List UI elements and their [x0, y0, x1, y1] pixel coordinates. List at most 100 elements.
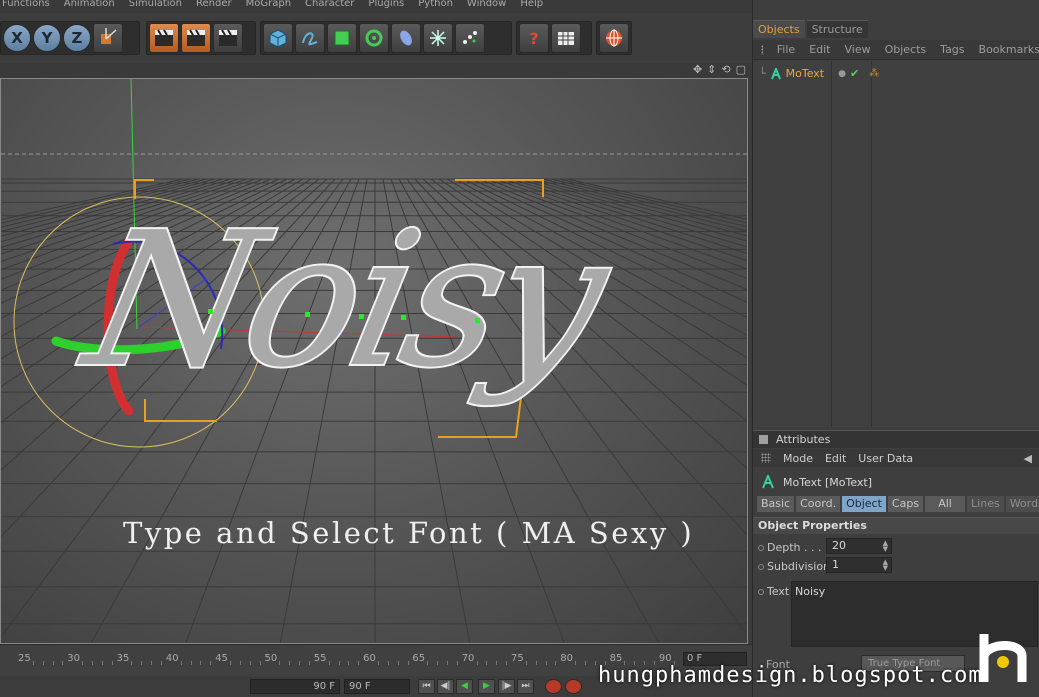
- enabled-check-icon[interactable]: ✔: [850, 67, 859, 80]
- tab-coord[interactable]: Coord.: [796, 496, 841, 512]
- deformer-button[interactable]: [391, 23, 421, 53]
- timeline-minor-tick: [180, 661, 182, 665]
- object-list: └ MoText ● ✔ ⁂: [753, 61, 1039, 427]
- objects-menu-edit[interactable]: Edit: [809, 43, 830, 56]
- spline-button[interactable]: [295, 23, 325, 53]
- x-axis-lock-button[interactable]: X: [3, 24, 31, 52]
- timeline-minor-tick: [377, 661, 379, 665]
- help-button[interactable]: ?: [519, 23, 549, 53]
- motext-object[interactable]: Noisy: [65, 191, 629, 411]
- 3d-viewport[interactable]: Noisy Type and Select Font ( MA Sexy ): [0, 78, 748, 644]
- column-divider: [871, 61, 872, 427]
- menu-window[interactable]: Window: [467, 0, 506, 13]
- cube-button[interactable]: [263, 23, 293, 53]
- go-to-end-button[interactable]: ⏭: [517, 679, 534, 694]
- tab-caps[interactable]: Caps: [887, 496, 924, 512]
- subdivision-value[interactable]: 1: [832, 558, 839, 571]
- depth-property: Depth . . . .: [758, 541, 828, 554]
- timeline-minor-tick: [42, 661, 44, 665]
- y-axis-label: Y: [41, 29, 53, 47]
- depth-field[interactable]: 20 ▲ ▼: [826, 538, 892, 554]
- min-end-frame-field[interactable]: 90 F: [250, 679, 340, 694]
- object-name[interactable]: MoText: [786, 67, 824, 80]
- spinner-arrows-icon[interactable]: ▲ ▼: [883, 540, 888, 553]
- menu-python[interactable]: Python: [418, 0, 453, 13]
- attr-menu-mode[interactable]: Mode: [783, 452, 813, 465]
- timeline-tick-label: 50: [264, 653, 278, 664]
- animation-dot-icon[interactable]: [758, 588, 764, 595]
- attr-menu-user-data[interactable]: User Data: [858, 452, 913, 465]
- back-arrow-icon[interactable]: ◀: [1024, 452, 1032, 465]
- tab-structure[interactable]: Structure: [806, 20, 868, 38]
- tag-icon[interactable]: ⁂: [869, 68, 879, 79]
- rotate-view-icon[interactable]: ⟲: [721, 63, 730, 76]
- objects-menubar: File Edit View Objects Tags Bookmarks: [753, 40, 1039, 60]
- tab-object[interactable]: Object: [842, 496, 886, 512]
- subdivision-field[interactable]: 1 ▲ ▼: [826, 557, 892, 573]
- objects-menu-tags[interactable]: Tags: [940, 43, 964, 56]
- spinner-arrows-icon[interactable]: ▲ ▼: [883, 559, 888, 572]
- timeline-minor-tick: [249, 661, 251, 665]
- subdivision-surface-icon: [334, 30, 350, 46]
- move-view-icon[interactable]: ✥: [693, 63, 702, 76]
- tab-all[interactable]: All: [925, 496, 966, 512]
- array-button[interactable]: [359, 23, 389, 53]
- animation-dot-icon[interactable]: [758, 544, 764, 551]
- play-forward-button[interactable]: ▶: [478, 679, 495, 694]
- y-axis-lock-button[interactable]: Y: [33, 24, 61, 52]
- right-panel: Objects Structure File Edit View Objects…: [752, 0, 1039, 697]
- nurbs-button[interactable]: [327, 23, 357, 53]
- timeline-minor-tick: [407, 661, 409, 665]
- timeline-tick-label: 60: [363, 653, 376, 664]
- timeline-minor-tick: [387, 661, 389, 665]
- scene-button[interactable]: [423, 23, 453, 53]
- render-picture-viewer-button[interactable]: [181, 23, 211, 53]
- go-to-start-button[interactable]: ⏮: [418, 679, 435, 694]
- animation-dot-icon[interactable]: [758, 563, 764, 570]
- timeline-minor-tick: [575, 661, 577, 665]
- timeline-minor-tick: [92, 661, 94, 665]
- render-view-button[interactable]: [149, 23, 179, 53]
- menu-animation[interactable]: Animation: [64, 0, 115, 13]
- timeline-ruler[interactable]: 25 30 35 40 45 50 55 60 65 70 75 80 85 90: [0, 649, 705, 665]
- menu-mograph[interactable]: MoGraph: [246, 0, 291, 13]
- next-key-button[interactable]: |▶: [498, 679, 515, 694]
- objects-menu-bookmarks[interactable]: Bookmarks: [979, 43, 1039, 56]
- timeline-minor-tick: [82, 661, 84, 665]
- z-axis-lock-button[interactable]: Z: [63, 24, 91, 52]
- max-end-frame-field[interactable]: 90 F: [344, 679, 410, 694]
- objects-menu-file[interactable]: File: [777, 43, 795, 56]
- timeline-minor-tick: [476, 661, 478, 665]
- menu-help[interactable]: Help: [520, 0, 543, 13]
- autokey-button[interactable]: [565, 679, 582, 694]
- timeline-minor-tick: [446, 661, 448, 665]
- menu-character[interactable]: Character: [305, 0, 354, 13]
- maximize-view-icon[interactable]: ▢: [736, 63, 746, 76]
- previous-key-button[interactable]: ◀|: [437, 679, 454, 694]
- menu-render[interactable]: Render: [196, 0, 232, 13]
- record-button[interactable]: [545, 679, 562, 694]
- menu-simulation[interactable]: Simulation: [129, 0, 182, 13]
- zoom-view-icon[interactable]: ⇕: [707, 63, 716, 76]
- object-row-motext[interactable]: └ MoText ● ✔ ⁂: [759, 67, 879, 80]
- objects-menu-objects[interactable]: Objects: [885, 43, 927, 56]
- menu-plugins[interactable]: Plugins: [368, 0, 404, 13]
- clapboard-icon: [155, 29, 173, 46]
- content-browser-button[interactable]: [599, 23, 629, 53]
- render-settings-button[interactable]: [213, 23, 243, 53]
- objects-menu-view[interactable]: View: [845, 43, 871, 56]
- tab-basic[interactable]: Basic: [757, 496, 795, 512]
- tab-lines[interactable]: Lines: [967, 496, 1004, 512]
- mograph-button[interactable]: [455, 23, 485, 53]
- menu-functions[interactable]: Functions: [2, 0, 50, 13]
- tab-words[interactable]: Words: [1005, 496, 1039, 512]
- attr-menu-edit[interactable]: Edit: [825, 452, 846, 465]
- timeline-minor-tick: [200, 661, 202, 665]
- play-backwards-button[interactable]: ◀: [456, 679, 473, 694]
- viewport-nav-icons: ✥ ⇕ ⟲ ▢: [693, 63, 746, 76]
- depth-value[interactable]: 20: [832, 539, 846, 552]
- coordinate-system-button[interactable]: [93, 23, 123, 53]
- subdivision-label: Subdivision: [767, 560, 831, 573]
- timeline-window-button[interactable]: [551, 23, 581, 53]
- tab-objects[interactable]: Objects: [753, 20, 805, 38]
